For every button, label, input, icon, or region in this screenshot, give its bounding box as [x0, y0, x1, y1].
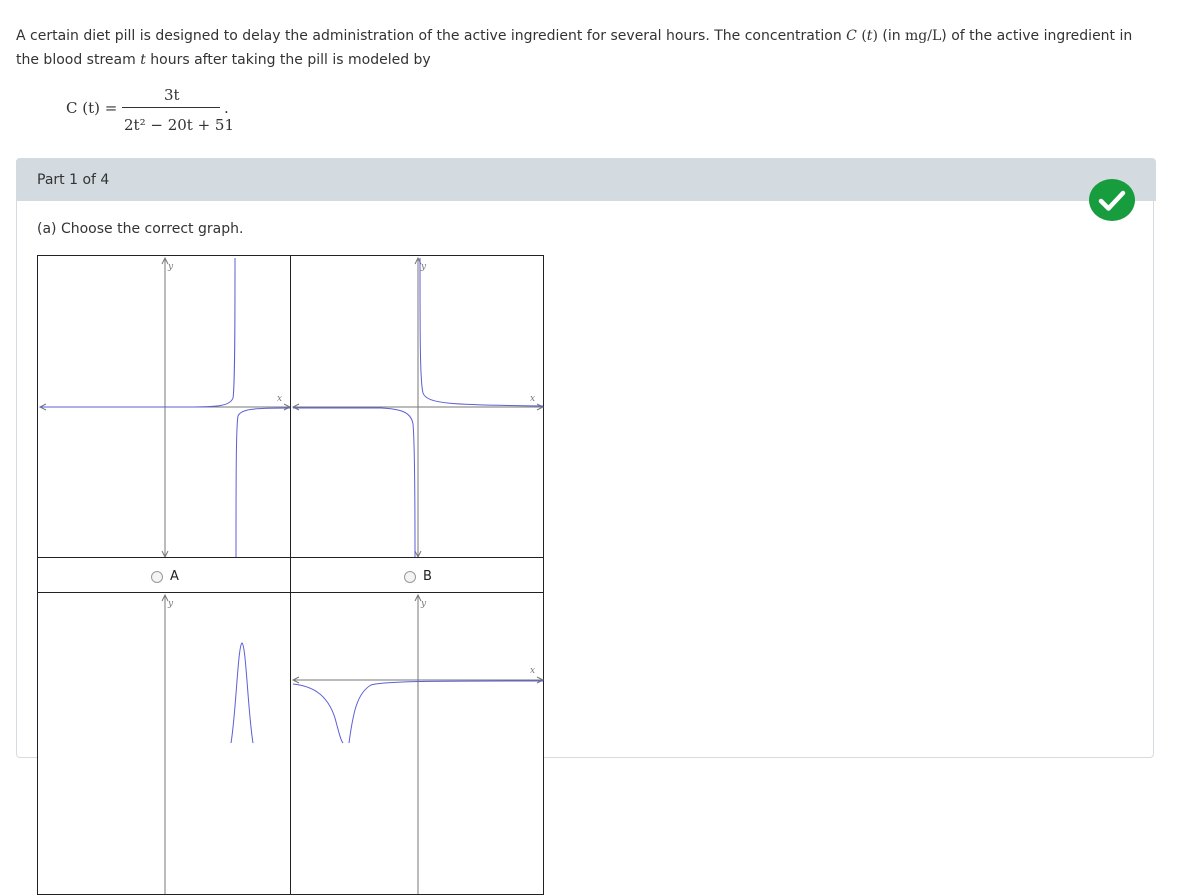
- fraction-bar: [122, 107, 220, 108]
- y-axis-label: y: [167, 599, 174, 609]
- y-axis-label: y: [420, 599, 427, 609]
- part-header: Part 1 of 4: [16, 158, 1156, 201]
- x-axis-label: x: [530, 666, 535, 676]
- var-c: C: [846, 28, 857, 44]
- graph-b[interactable]: y x: [290, 255, 545, 559]
- graph-c[interactable]: y: [37, 592, 291, 895]
- part-title: Part 1 of 4: [37, 172, 110, 188]
- formula-period: .: [224, 99, 229, 117]
- radio-option-b[interactable]: [404, 571, 416, 583]
- graph-choices: y x y x A B y y x: [37, 255, 545, 895]
- option-b-label: B: [423, 569, 432, 584]
- option-a-cell: A: [37, 557, 291, 593]
- correct-check-icon: [1089, 179, 1135, 221]
- formula-lhs: C (t) =: [66, 99, 118, 117]
- problem-statement: A certain diet pill is designed to delay…: [16, 28, 1133, 68]
- formula-denominator: 2t² − 20t + 51: [124, 116, 234, 134]
- radio-option-a[interactable]: [151, 571, 163, 583]
- graph-a[interactable]: y x: [37, 255, 292, 559]
- graph-d[interactable]: y x: [290, 592, 545, 895]
- question-text: (a) Choose the correct graph.: [37, 221, 244, 237]
- unit-text: mg/L: [905, 28, 942, 44]
- x-axis-label: x: [530, 394, 535, 404]
- y-axis-label: y: [167, 262, 174, 272]
- formula-numerator: 3t: [164, 86, 180, 104]
- problem-text-4: hours after taking the pill is modeled b…: [145, 52, 431, 68]
- option-b-cell: B: [290, 557, 544, 593]
- problem-text-1: A certain diet pill is designed to delay…: [16, 28, 847, 44]
- option-a-label: A: [170, 569, 179, 584]
- problem-text-2: (in: [877, 28, 906, 44]
- y-axis-label: y: [420, 262, 427, 272]
- x-axis-label: x: [277, 394, 282, 404]
